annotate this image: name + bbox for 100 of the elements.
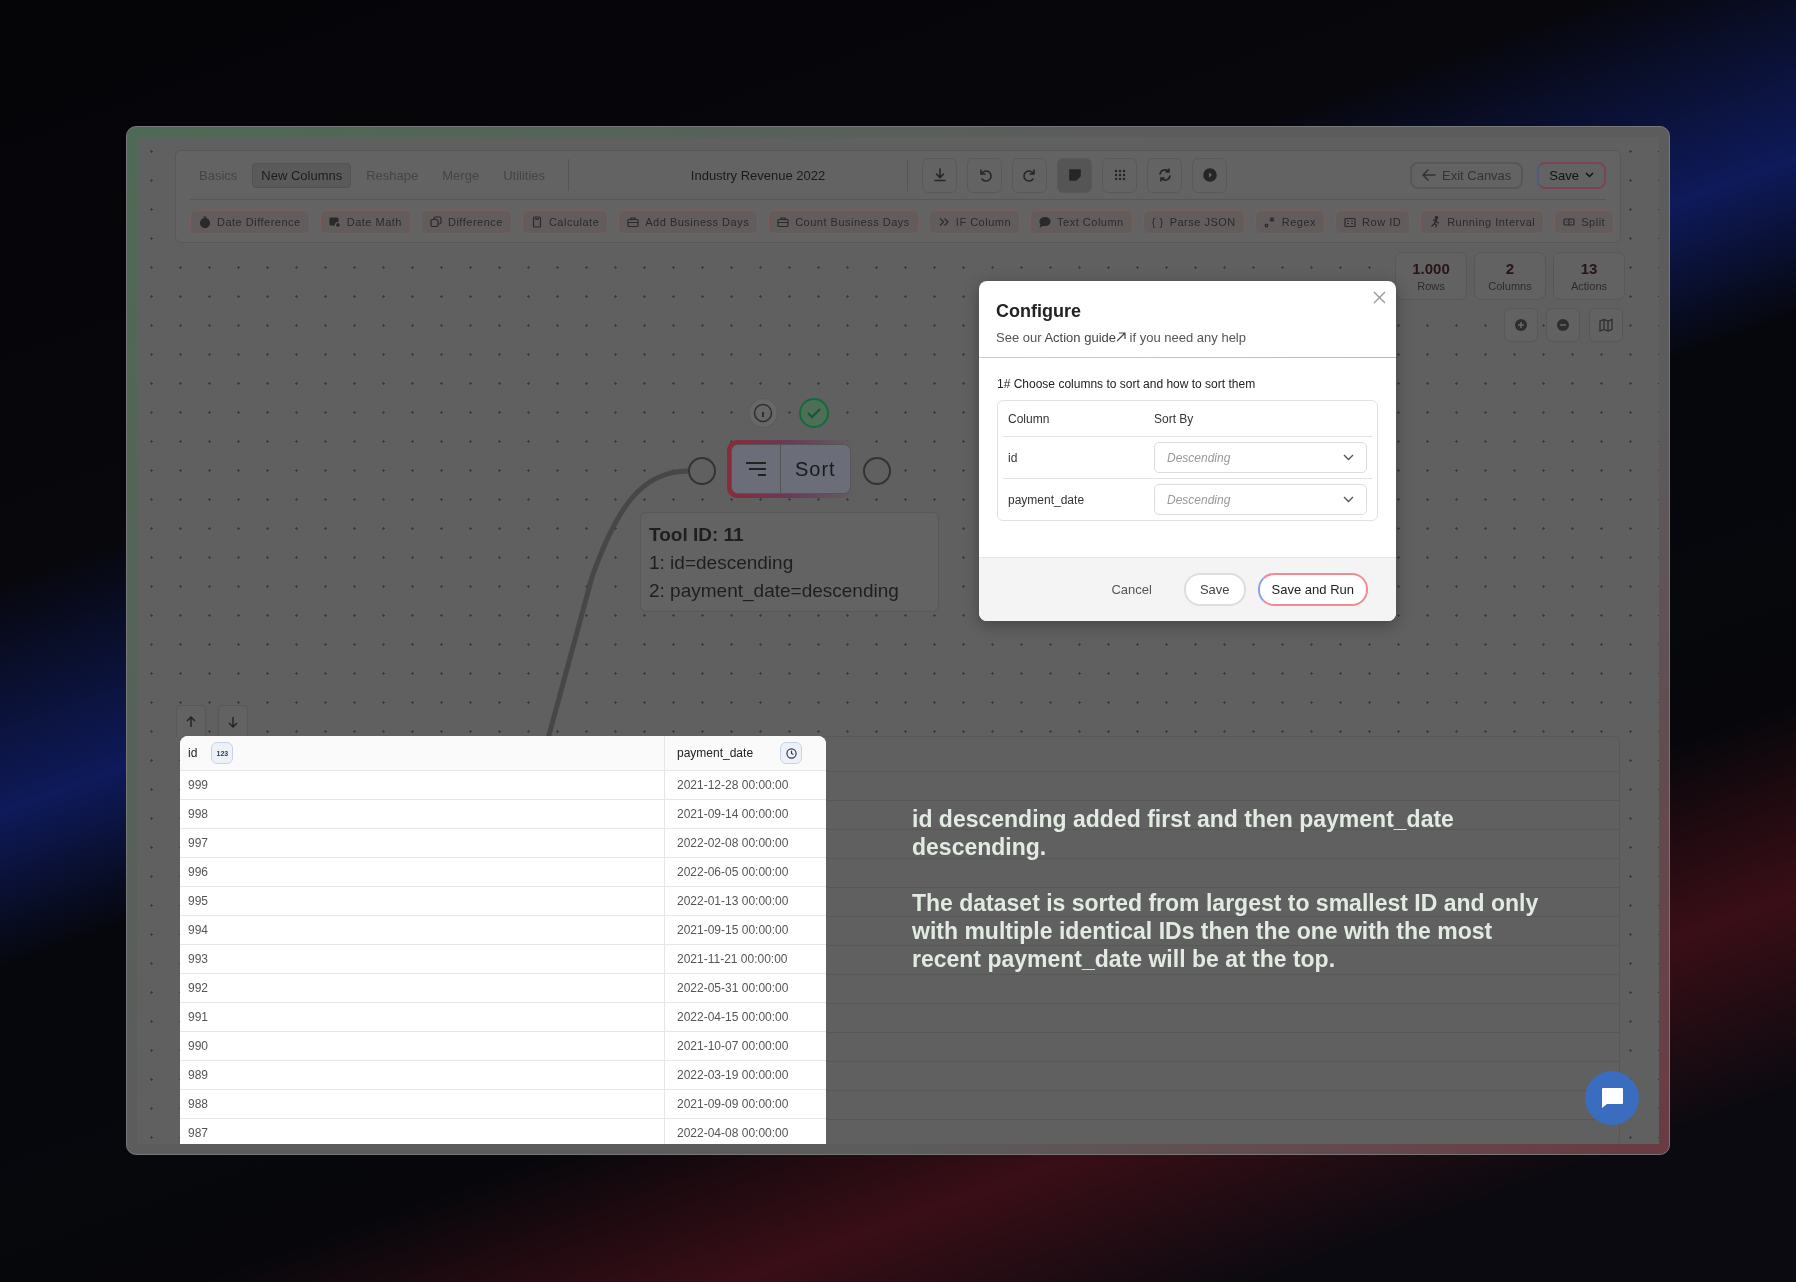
plus-icon (1514, 318, 1528, 332)
action-chip[interactable]: Running Interval (1420, 210, 1545, 234)
arrow-up-icon (186, 715, 196, 728)
table-cell-text: 2021-11-21 00:00:00 (676, 951, 789, 968)
cancel-button[interactable]: Cancel (1105, 581, 1158, 598)
runner-icon (1429, 216, 1442, 228)
table-cell: 988 (180, 1090, 665, 1118)
zoom-in-button[interactable] (1504, 308, 1538, 342)
regex-icon (1263, 216, 1276, 228)
table-cell-text: 2021-09-09 00:00:00 (676, 1096, 790, 1113)
table-cell: 999 (180, 771, 665, 799)
annotation-text: id descending added first and then payment_date descending. (912, 805, 1455, 861)
briefcase-icon (777, 216, 790, 228)
summary-line: 2: payment_date=descending (649, 579, 900, 604)
close-icon[interactable] (1371, 289, 1388, 306)
action-chip[interactable]: Regex (1254, 210, 1326, 234)
minus-icon (1556, 318, 1570, 332)
table-cell: 998 (180, 800, 665, 828)
table-cell: 993 (180, 945, 665, 973)
play-icon (1201, 167, 1218, 183)
tab[interactable]: New Columns (252, 162, 352, 188)
chevron-down-icon (1343, 454, 1354, 461)
check-icon (799, 398, 829, 428)
grid-button[interactable] (1102, 157, 1138, 193)
redo-button[interactable] (1012, 157, 1048, 193)
calendar-icon (328, 216, 341, 228)
action-guide-link[interactable]: Action guide (1044, 330, 1126, 345)
table-cell: 991 (180, 1003, 665, 1031)
table-cell-text: 2022-04-15 00:00:00 (676, 1009, 790, 1026)
table-cell: 990 (180, 1032, 665, 1060)
refresh-button[interactable] (1147, 157, 1183, 193)
table-cell: 997 (180, 829, 665, 857)
column-name: id (1007, 450, 1019, 465)
dialog-subtitle: See our Action guide if you need any help (996, 330, 1247, 345)
table-cell-text: 2022-03-19 00:00:00 (676, 1067, 790, 1084)
chat-button[interactable] (1585, 1071, 1639, 1125)
column-name: payment_date (1007, 492, 1086, 507)
scroll-down-button[interactable] (218, 705, 248, 737)
info-icon[interactable] (748, 398, 778, 428)
play-button[interactable] (1192, 157, 1228, 193)
card-icon (1344, 216, 1357, 228)
action-chip[interactable]: IF Column (928, 210, 1021, 234)
column-header: payment_date (677, 746, 754, 760)
stat-value: 13 (1580, 260, 1598, 277)
zoom-out-button[interactable] (1546, 308, 1580, 342)
calculator-icon (530, 216, 543, 228)
arrow-down-icon (228, 715, 238, 728)
clock-icon (780, 742, 802, 764)
sort-order-select[interactable]: Descending (1154, 442, 1367, 473)
download-icon (931, 167, 948, 183)
action-chip[interactable]: Add Business Days (618, 210, 759, 234)
table-cell: 987 (180, 1119, 665, 1144)
stat-value: 1.000 (1412, 260, 1450, 277)
table-cell: 994 (180, 916, 665, 944)
table-cell-text: 2022-02-08 00:00:00 (676, 835, 790, 852)
save-and-run-button[interactable]: Save and Run (1257, 573, 1368, 606)
map-icon (1599, 318, 1613, 332)
action-chip[interactable]: Split (1554, 210, 1615, 234)
redo-icon (1021, 167, 1038, 183)
action-chip[interactable]: Count Business Days (768, 210, 919, 234)
note-icon (1066, 167, 1083, 183)
map-button[interactable] (1589, 308, 1623, 342)
refresh-icon (1156, 167, 1173, 183)
table-cell: 995 (180, 887, 665, 915)
save-button[interactable]: Save (1183, 573, 1246, 606)
output-port[interactable] (863, 457, 891, 485)
external-link-icon (1116, 332, 1126, 342)
column-header: id (188, 746, 198, 760)
arrow-left-icon (1422, 169, 1436, 181)
table-cell-text: 2021-09-14 00:00:00 (676, 806, 790, 823)
action-chip[interactable]: { } Parse JSON (1142, 210, 1245, 234)
table-cell: 992 (180, 974, 665, 1002)
note-button[interactable] (1057, 157, 1093, 193)
table-cell-text: 2022-01-13 00:00:00 (676, 893, 790, 910)
input-port[interactable] (688, 457, 716, 485)
dialog-title: Configure (996, 301, 1082, 322)
canvas-title: Industry Revenue 2022 (689, 167, 827, 183)
stat-value: 2 (1505, 260, 1515, 277)
chat-icon (1599, 1086, 1625, 1110)
column-header: Column (1007, 411, 1051, 426)
table-cell: 989 (180, 1061, 665, 1089)
table-cell: 996 (180, 858, 665, 886)
table-cell-text: 2022-05-31 00:00:00 (676, 980, 790, 997)
briefcase-icon (627, 216, 640, 228)
scroll-up-button[interactable] (176, 705, 206, 737)
sort-order-select[interactable]: Descending (1154, 484, 1367, 515)
summary-title: Tool ID: 11 (649, 523, 745, 547)
chevron-down-icon (1343, 496, 1354, 503)
chevrons-icon (937, 216, 950, 228)
step-label: 1# Choose columns to sort and how to sort them (997, 377, 1257, 391)
download-button[interactable] (922, 157, 958, 193)
annotation-text: The dataset is sorted from largest to smallest ID and only with multiple identical IDs then the one with the most recent payment_date will be at the top. (912, 889, 1540, 973)
caret-icon (1585, 172, 1594, 178)
stopwatch-icon (199, 216, 211, 228)
save-menu-button[interactable]: Save (1537, 161, 1606, 189)
undo-button[interactable] (967, 157, 1003, 193)
action-chip[interactable]: Difference (421, 210, 512, 234)
split-icon (1563, 216, 1576, 228)
node-title: Sort (794, 456, 837, 482)
table-cell-text: 2021-09-15 00:00:00 (676, 922, 790, 939)
